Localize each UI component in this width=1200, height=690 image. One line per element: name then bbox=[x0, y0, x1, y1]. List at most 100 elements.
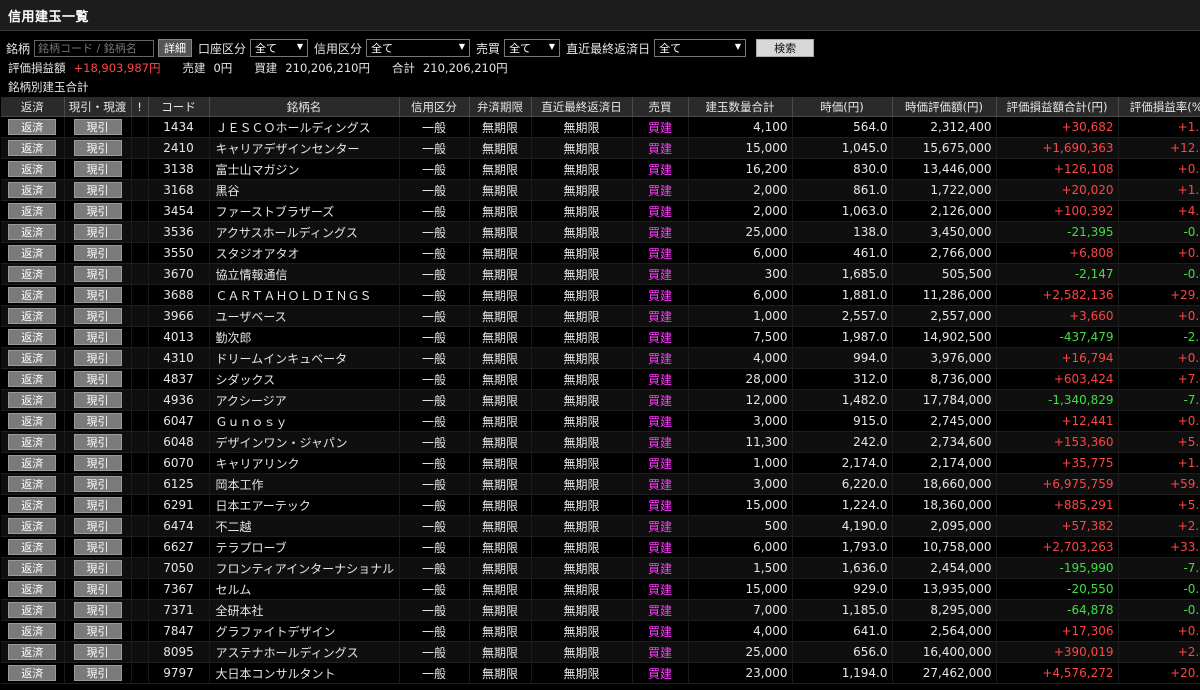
stock-name-cell[interactable]: 黒谷 bbox=[209, 179, 400, 201]
stock-name-cell[interactable]: ドリームインキュベータ bbox=[209, 347, 400, 369]
stock-name-cell[interactable]: ＣＡＲＴＡＨＯＬＤＩＮＧＳ bbox=[209, 284, 400, 306]
repay-button[interactable]: 返済 bbox=[8, 392, 57, 408]
genbiki-button[interactable]: 現引 bbox=[73, 203, 122, 219]
column-header[interactable]: 返済 bbox=[1, 97, 65, 117]
repay-button[interactable]: 返済 bbox=[8, 140, 57, 156]
repay-button[interactable]: 返済 bbox=[8, 413, 57, 429]
repay-button[interactable]: 返済 bbox=[8, 371, 57, 387]
genbiki-button[interactable]: 現引 bbox=[73, 350, 122, 366]
genbiki-button[interactable]: 現引 bbox=[73, 581, 122, 597]
column-header[interactable]: 直近最終返済日 bbox=[531, 97, 633, 117]
stock-name-cell[interactable]: 勤次郎 bbox=[209, 326, 400, 348]
genbiki-button[interactable]: 現引 bbox=[73, 266, 122, 282]
repay-button[interactable]: 返済 bbox=[8, 518, 57, 534]
genbiki-button[interactable]: 現引 bbox=[73, 308, 122, 324]
column-header[interactable]: 評価損益額合計(円) bbox=[996, 97, 1119, 117]
column-header[interactable]: 売買 bbox=[632, 97, 689, 117]
repay-button[interactable]: 返済 bbox=[8, 623, 57, 639]
repay-button[interactable]: 返済 bbox=[8, 602, 57, 618]
column-header[interactable]: 評価損益率(%) bbox=[1118, 97, 1200, 117]
column-header[interactable]: 弁済期限 bbox=[469, 97, 532, 117]
genbiki-button[interactable]: 現引 bbox=[73, 371, 122, 387]
genbiki-button[interactable]: 現引 bbox=[73, 476, 122, 492]
stock-name-cell[interactable]: シダックス bbox=[209, 368, 400, 390]
repay-button[interactable]: 返済 bbox=[8, 287, 57, 303]
genbiki-button[interactable]: 現引 bbox=[73, 140, 122, 156]
repay-button[interactable]: 返済 bbox=[8, 245, 57, 261]
repay-button[interactable]: 返済 bbox=[8, 182, 57, 198]
genbiki-button[interactable]: 現引 bbox=[73, 665, 122, 681]
column-header[interactable]: ! bbox=[131, 97, 149, 117]
repay-button[interactable]: 返済 bbox=[8, 644, 57, 660]
column-header[interactable]: 建玉数量合計 bbox=[688, 97, 793, 117]
genbiki-button[interactable]: 現引 bbox=[73, 623, 122, 639]
credit-select[interactable]: 全て ▼ bbox=[366, 39, 471, 57]
stock-name-cell[interactable]: フロンティアインターナショナル bbox=[209, 557, 400, 579]
stock-name-cell[interactable]: ＪＥＳＣＯホールディングス bbox=[209, 116, 400, 138]
repay-button[interactable]: 返済 bbox=[8, 476, 57, 492]
genbiki-button[interactable]: 現引 bbox=[73, 644, 122, 660]
stock-name-cell[interactable]: グラファイトデザイン bbox=[209, 620, 400, 642]
column-header[interactable]: 時価評価額(円) bbox=[892, 97, 997, 117]
stock-name-cell[interactable]: 日本エアーテック bbox=[209, 494, 400, 516]
stock-name-cell[interactable]: 大日本コンサルタント bbox=[209, 662, 400, 684]
stock-name-cell[interactable]: スタジオアタオ bbox=[209, 242, 400, 264]
stock-name-cell[interactable]: テラプローブ bbox=[209, 536, 400, 558]
stock-name-cell[interactable]: セルム bbox=[209, 578, 400, 600]
stock-name-cell[interactable]: 全研本社 bbox=[209, 599, 400, 621]
genbiki-button[interactable]: 現引 bbox=[73, 518, 122, 534]
repay-button[interactable]: 返済 bbox=[8, 581, 57, 597]
column-header[interactable]: 信用区分 bbox=[399, 97, 470, 117]
stock-name-cell[interactable]: 不二越 bbox=[209, 515, 400, 537]
genbiki-button[interactable]: 現引 bbox=[73, 287, 122, 303]
genbiki-button[interactable]: 現引 bbox=[73, 392, 122, 408]
repay-button[interactable]: 返済 bbox=[8, 539, 57, 555]
stock-name-cell[interactable]: Ｇｕｎｏｓｙ bbox=[209, 410, 400, 432]
due-date-select[interactable]: 全て ▼ bbox=[654, 39, 747, 57]
detail-button[interactable]: 詳細 bbox=[158, 39, 193, 57]
stock-name-cell[interactable]: アクシージア bbox=[209, 389, 400, 411]
stock-name-cell[interactable]: アクサスホールディングス bbox=[209, 221, 400, 243]
stock-name-cell[interactable]: アステナホールディングス bbox=[209, 641, 400, 663]
genbiki-button[interactable]: 現引 bbox=[73, 413, 122, 429]
genbiki-button[interactable]: 現引 bbox=[73, 245, 122, 261]
repay-button[interactable]: 返済 bbox=[8, 665, 57, 681]
stock-name-cell[interactable]: 岡本工作 bbox=[209, 473, 400, 495]
repay-button[interactable]: 返済 bbox=[8, 455, 57, 471]
genbiki-button[interactable]: 現引 bbox=[73, 161, 122, 177]
repay-button[interactable]: 返済 bbox=[8, 266, 57, 282]
column-header[interactable]: コード bbox=[148, 97, 210, 117]
stock-name-cell[interactable]: キャリアリンク bbox=[209, 452, 400, 474]
repay-button[interactable]: 返済 bbox=[8, 434, 57, 450]
stock-name-cell[interactable]: 協立情報通信 bbox=[209, 263, 400, 285]
genbiki-button[interactable]: 現引 bbox=[73, 497, 122, 513]
repay-button[interactable]: 返済 bbox=[8, 350, 57, 366]
search-button[interactable]: 検索 bbox=[756, 39, 815, 57]
repay-button[interactable]: 返済 bbox=[8, 161, 57, 177]
genbiki-button[interactable]: 現引 bbox=[73, 539, 122, 555]
repay-button[interactable]: 返済 bbox=[8, 560, 57, 576]
repay-button[interactable]: 返済 bbox=[8, 329, 57, 345]
column-header[interactable]: 現引・現渡 bbox=[64, 97, 132, 117]
genbiki-button[interactable]: 現引 bbox=[73, 434, 122, 450]
genbiki-button[interactable]: 現引 bbox=[73, 602, 122, 618]
stock-name-cell[interactable]: ユーザベース bbox=[209, 305, 400, 327]
account-select[interactable]: 全て ▼ bbox=[250, 39, 309, 57]
genbiki-button[interactable]: 現引 bbox=[73, 182, 122, 198]
genbiki-button[interactable]: 現引 bbox=[73, 455, 122, 471]
genbiki-button[interactable]: 現引 bbox=[73, 119, 122, 135]
repay-button[interactable]: 返済 bbox=[8, 308, 57, 324]
stock-name-cell[interactable]: ファーストブラザーズ bbox=[209, 200, 400, 222]
stock-name-cell[interactable]: キャリアデザインセンター bbox=[209, 137, 400, 159]
repay-button[interactable]: 返済 bbox=[8, 497, 57, 513]
genbiki-button[interactable]: 現引 bbox=[73, 329, 122, 345]
repay-button[interactable]: 返済 bbox=[8, 119, 57, 135]
trade-select[interactable]: 全て ▼ bbox=[504, 39, 561, 57]
stock-name-cell[interactable]: 富士山マガジン bbox=[209, 158, 400, 180]
symbol-search-input[interactable] bbox=[34, 39, 155, 57]
repay-button[interactable]: 返済 bbox=[8, 203, 57, 219]
stock-name-cell[interactable]: デザインワン・ジャパン bbox=[209, 431, 400, 453]
repay-button[interactable]: 返済 bbox=[8, 224, 57, 240]
genbiki-button[interactable]: 現引 bbox=[73, 560, 122, 576]
column-header[interactable]: 時価(円) bbox=[792, 97, 893, 117]
